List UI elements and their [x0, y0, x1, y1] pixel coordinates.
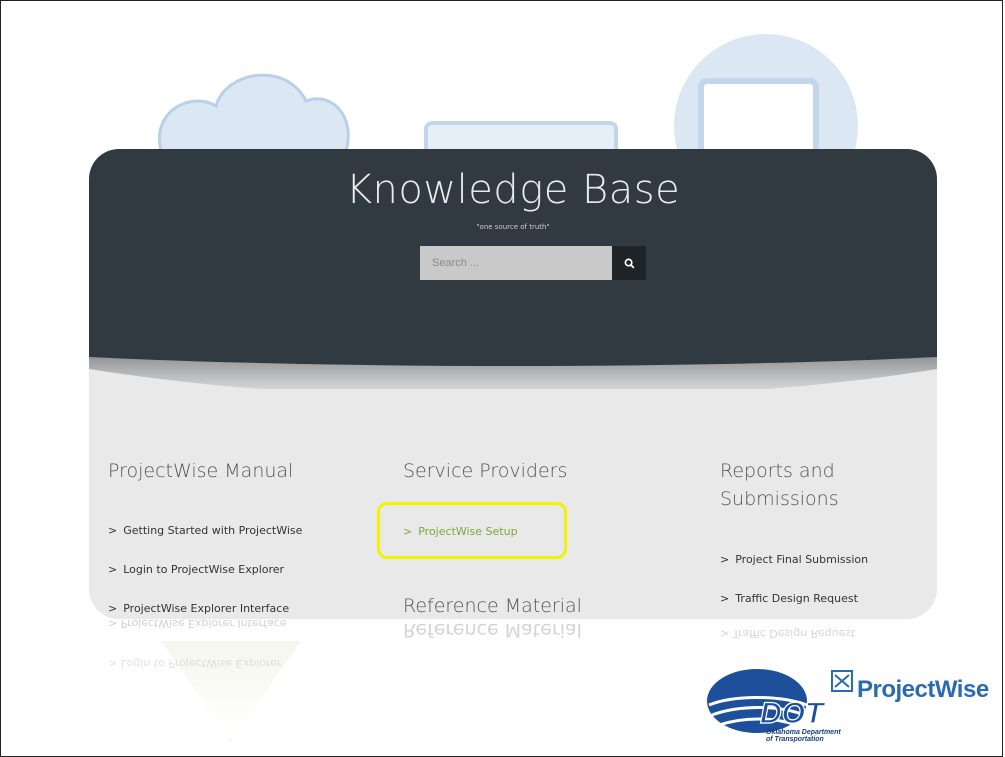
link-login-explorer[interactable]: > Login to ProjectWise Explorer	[108, 563, 284, 576]
link-traffic-design-request[interactable]: > Traffic Design Request	[720, 592, 858, 605]
link-explorer-interface[interactable]: > ProjectWise Explorer Interface	[108, 602, 289, 615]
search-button[interactable]	[612, 246, 646, 280]
section-title-service-providers: Service Providers	[403, 460, 568, 482]
projectwise-logo-text: ProjectWise	[857, 676, 989, 703]
link-project-final-submission[interactable]: > Project Final Submission	[720, 553, 868, 566]
search-icon	[624, 258, 635, 269]
section-title-reports-submissions: Reports and Submissions	[720, 460, 839, 510]
presentation-slide: Knowledge Base "one source of truth" Pro…	[0, 0, 1003, 757]
page-title: Knowledge Base	[345, 167, 681, 213]
section-title-reference-material: Reference Material	[403, 595, 582, 617]
tagline: "one source of truth"	[476, 223, 550, 231]
highlight-callout	[377, 502, 567, 559]
link-getting-started[interactable]: > Getting Started with ProjectWise	[108, 524, 302, 537]
odot-subtitle: Oklahoma Department of Transportation	[766, 729, 841, 743]
search-input[interactable]	[420, 246, 612, 280]
section-title-projectwise-manual: ProjectWise Manual	[108, 460, 294, 482]
svg-text:DOT: DOT	[760, 697, 826, 730]
cloud-icon	[157, 73, 350, 153]
